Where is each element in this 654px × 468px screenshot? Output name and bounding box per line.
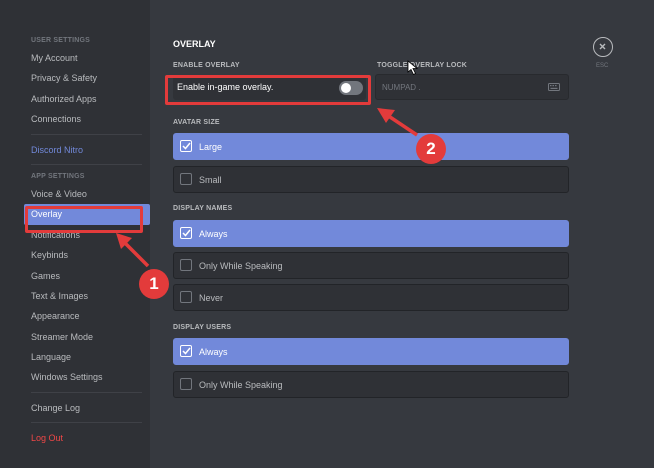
sidebar-item-my-account[interactable]: My Account <box>24 48 150 68</box>
checkbox <box>180 259 192 271</box>
checkmark-icon <box>182 347 191 355</box>
sidebar-item-text-images[interactable]: Text & Images <box>24 286 150 306</box>
checkbox <box>180 227 192 239</box>
keybind-value: NUMPAD . <box>382 83 421 92</box>
sidebar-item-privacy-safety[interactable]: Privacy & Safety <box>24 68 150 88</box>
sidebar-item-change-log[interactable]: Change Log <box>24 398 150 418</box>
checkbox <box>180 140 192 152</box>
sidebar-item-language[interactable]: Language <box>24 347 150 367</box>
keyboard-icon <box>548 83 560 91</box>
display-users-option-only-while-speaking[interactable]: Only While Speaking <box>173 371 569 398</box>
checkbox <box>180 291 192 303</box>
option-label: Large <box>199 142 223 152</box>
sidebar-divider <box>31 133 142 135</box>
sidebar-item-discord-nitro[interactable]: Discord Nitro <box>24 140 150 160</box>
display-names-header: DISPLAY NAMES <box>173 205 233 212</box>
user-settings-header: USER SETTINGS <box>31 37 90 44</box>
option-label: Small <box>199 175 222 185</box>
sidebar-divider <box>31 391 142 393</box>
avatar-size-header: AVATAR SIZE <box>173 119 220 126</box>
checkbox <box>180 345 192 357</box>
annotation-arrow-icon <box>377 108 418 137</box>
app-settings-header: APP SETTINGS <box>31 172 85 180</box>
enable-overlay-header: ENABLE OVERLAY <box>173 62 240 69</box>
option-label: Only While Speaking <box>199 380 283 390</box>
sidebar-divider <box>31 163 142 165</box>
esc-label: ESC <box>596 63 609 69</box>
display-names-option-only-while-speaking[interactable]: Only While Speaking <box>173 252 569 279</box>
annotation-badge-1: 1 <box>139 269 169 299</box>
option-label: Never <box>199 293 224 303</box>
sidebar-item-authorized-apps[interactable]: Authorized Apps <box>24 89 150 109</box>
checkbox <box>180 378 192 390</box>
sidebar-item-windows-settings[interactable]: Windows Settings <box>24 367 150 387</box>
overlay-settings-panel: OVERLAY ENABLE OVERLAY TOGGLE OVERLAY LO… <box>150 0 654 468</box>
mouse-cursor-icon <box>407 60 419 76</box>
overlay-lock-keybind-input[interactable]: NUMPAD . <box>375 74 569 100</box>
checkmark-icon <box>182 229 191 237</box>
close-button[interactable] <box>593 37 613 57</box>
display-names-option-never[interactable]: Never <box>173 284 569 311</box>
checkbox <box>180 173 192 185</box>
sidebar-item-streamer-mode[interactable]: Streamer Mode <box>24 327 150 347</box>
display-names-option-always[interactable]: Always <box>173 220 569 247</box>
option-label: Always <box>199 229 228 239</box>
annotation-highlight-enable-overlay <box>165 75 371 105</box>
option-label: Always <box>199 347 228 357</box>
avatar-size-option-large[interactable]: Large <box>173 133 569 160</box>
annotation-arrow-icon <box>116 233 150 268</box>
sidebar-item-appearance[interactable]: Appearance <box>24 306 150 326</box>
page-title: OVERLAY <box>173 39 216 49</box>
avatar-size-option-small[interactable]: Small <box>173 166 569 193</box>
display-users-header: DISPLAY USERS <box>173 324 232 331</box>
toggle-overlay-lock-header: TOGGLE OVERLAY LOCK <box>377 62 468 69</box>
sidebar-item-voice-video[interactable]: Voice & Video <box>24 184 150 204</box>
sidebar-item-log-out[interactable]: Log Out <box>24 428 150 448</box>
sidebar-divider <box>31 422 142 424</box>
annotation-badge-2: 2 <box>416 134 446 164</box>
sidebar-item-connections[interactable]: Connections <box>24 109 150 129</box>
display-users-option-always[interactable]: Always <box>173 338 569 365</box>
close-icon <box>599 43 606 50</box>
option-label: Only While Speaking <box>199 261 283 271</box>
checkmark-icon <box>182 142 191 150</box>
